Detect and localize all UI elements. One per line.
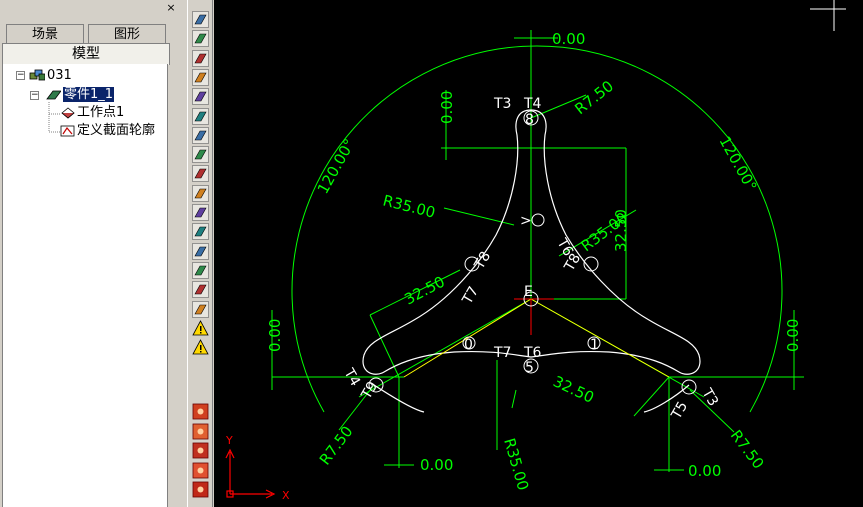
tree-item-work-point[interactable]: 工作点1 [77,105,124,121]
label-t3-rot: T3 [698,385,721,409]
mirror-icon[interactable] [191,164,210,183]
label-p1: 1 [590,337,599,353]
model-tree: − 031 − 零件1_1 工作点1 定义截面轮廓 [2,64,168,507]
chamfer-icon[interactable] [191,203,210,222]
revolve-icon[interactable] [191,68,210,87]
dim-left-32-50: 32.50 [401,272,447,308]
dim-angle-left: 120.00° [314,136,359,197]
label-p8: 8 [525,112,534,128]
dim-r7-top: R7.50 [571,77,617,118]
ucs-x-label: X [282,489,290,502]
warning-icon[interactable] [191,338,210,357]
loft-icon[interactable] [191,87,210,106]
dim-bottom-right-zero: 0.00 [688,462,721,480]
label-p5: 5 [525,360,534,376]
color-4-icon[interactable] [191,461,210,480]
sketch-icon[interactable] [191,10,210,29]
hole-icon[interactable] [191,126,210,145]
color-2-icon[interactable] [191,422,210,441]
dim-r35-left: R35.00 [381,191,437,221]
dim-r35-bottom: R35.00 [500,436,532,492]
label-p0: 0 [464,337,473,353]
tab-graphics[interactable]: 图形 [88,24,166,44]
constraint-lines [403,298,670,378]
label-t8-a: T8 [471,249,494,273]
label-t3: T3 [493,96,511,112]
color-3-icon[interactable] [191,441,210,460]
pattern-icon[interactable] [191,145,210,164]
dim-vertical-32-50: 32.50 [612,209,630,252]
plane-icon[interactable] [191,49,210,68]
model-browser-panel: × 场景 图形 模型 − 031 − 零件1_1 工作点1 定义截面轮廓 [0,0,187,507]
close-panel-button[interactable]: × [165,2,177,14]
solid-icon[interactable] [191,300,210,319]
extrude-icon[interactable] [191,29,210,48]
section-profile-icon [60,125,75,137]
sketch-viewport[interactable]: 0.00 0.00 R7.50 R35.00 R35.00 32.50 32.5… [214,0,863,507]
ucs-axis-icon [225,448,276,499]
label-t7: T7 [493,345,511,361]
sweep-icon[interactable] [191,280,210,299]
ucs-y-label: Y [225,434,233,447]
label-vmark: > [520,213,532,229]
color-5-icon[interactable] [191,480,210,499]
tree-item-section[interactable]: 定义截面轮廓 [77,123,155,139]
dim-right-zero: 0.00 [784,319,802,352]
edit-icon[interactable] [191,242,210,261]
tree-collapse-part[interactable]: − [30,91,39,100]
dim-left-zero: 0.00 [266,319,284,352]
label-t4-left: T4 [340,365,363,389]
tree-item-root[interactable]: 031 [47,68,72,84]
tab-model[interactable]: 模型 [2,43,170,65]
feature-toolbar [187,0,213,507]
work-point-icon [61,107,75,119]
shell-icon[interactable] [191,107,210,126]
tab-scene[interactable]: 场景 [6,24,84,44]
warning-icon[interactable] [191,319,210,338]
draft-icon[interactable] [191,222,210,241]
label-t7-rot: T7 [459,284,482,308]
label-t6: T6 [523,345,542,361]
sketch-canvas[interactable]: 0.00 0.00 R7.50 R35.00 R35.00 32.50 32.5… [214,0,863,507]
dim-right-32-50: 32.50 [550,372,597,406]
label-pe: E [524,284,533,300]
origin-axes [514,298,554,335]
measure-icon[interactable] [191,261,210,280]
part-icon [46,90,61,100]
label-t5: T5 [668,399,691,423]
dim-r7-left: R7.50 [316,423,357,469]
tree-item-part[interactable]: 零件1_1 [63,87,115,103]
label-t9: T9 [358,379,381,403]
dim-angle-right: 120.00° [716,133,761,194]
crosshair-cursor [810,0,846,31]
dim-r7-right: R7.50 [727,427,768,473]
dim-left-top-zero: 0.00 [438,91,456,124]
fillet-icon[interactable] [191,184,210,203]
assembly-icon [29,69,45,81]
color-1-icon[interactable] [191,402,210,421]
dim-top-zero: 0.00 [552,30,585,48]
dim-bottom-left-zero: 0.00 [420,456,453,474]
tree-collapse-root[interactable]: − [16,71,25,80]
label-t4: T4 [523,96,542,112]
